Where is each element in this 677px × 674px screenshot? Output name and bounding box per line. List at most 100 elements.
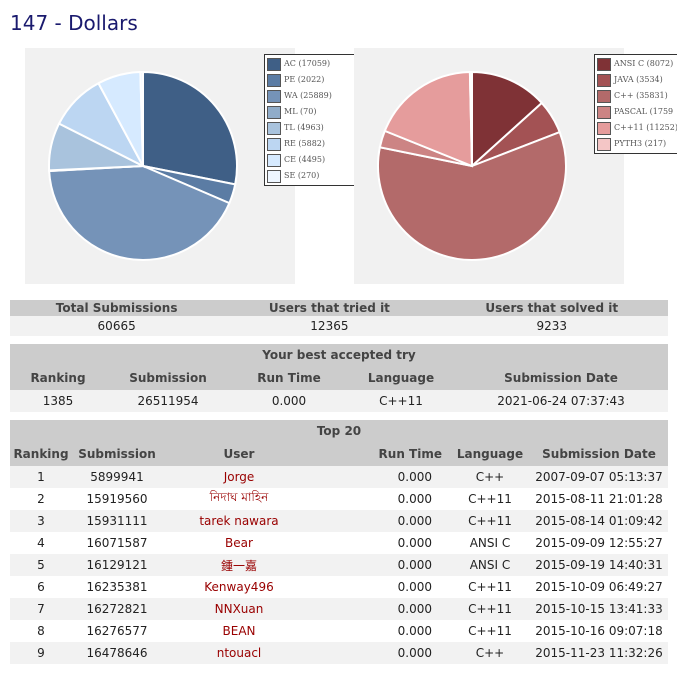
top20-row: 9 16478646 ntouacl 0.000 C++ 2015-11-23 11:32… [10, 642, 668, 664]
page-title: 147 - Dollars [10, 11, 138, 35]
best-language: C++11 [348, 390, 454, 412]
language-legend-item: ANSI C (8072) [597, 57, 677, 71]
users-solved-header: Users that solved it [435, 300, 668, 316]
best-col-language: Language [348, 366, 454, 390]
top20-row: 2 15919560 নিদাঘ মাহিন 0.000 C++11 2015-08-11… [10, 488, 668, 510]
language-legend-swatch [597, 106, 611, 119]
verdict-legend-label: RE (5882) [284, 139, 326, 148]
top20-user[interactable]: NNXuan [162, 598, 316, 620]
best-try-row: 1385 26511954 0.000 C++11 2021-06-24 07:… [10, 390, 668, 412]
top20-submission[interactable]: 16129121 [72, 554, 162, 576]
verdict-legend-label: PE (2022) [284, 75, 325, 84]
verdict-legend-label: TL (4963) [284, 123, 324, 132]
top20-col-language: Language [450, 442, 530, 466]
top20-date: 2015-09-09 12:55:27 [530, 532, 668, 554]
top20-language: ANSI C [450, 532, 530, 554]
top20-runtime: 0.000 [316, 466, 450, 488]
top20-date: 2015-10-09 06:49:27 [530, 576, 668, 598]
top20-user[interactable]: Kenway496 [162, 576, 316, 598]
top20-language: C++11 [450, 488, 530, 510]
top20-col-user: User [162, 442, 316, 466]
language-legend: ANSI C (8072) JAVA (3534) C++ (35831) PASCA… [594, 54, 677, 154]
top20-row: 7 16272821 NNXuan 0.000 C++11 2015-10-15 13:4… [10, 598, 668, 620]
top20-ranking: 5 [10, 554, 72, 576]
top20-panel: Top 20 Ranking Submission User Run Time … [10, 420, 668, 664]
best-try-title: Your best accepted try [10, 344, 668, 366]
top20-date: 2015-10-16 09:07:18 [530, 620, 668, 642]
top20-ranking: 3 [10, 510, 72, 532]
language-legend-label: C++ (35831) [614, 91, 668, 100]
verdict-legend-label: CE (4495) [284, 155, 326, 164]
verdict-legend-label: WA (25889) [284, 91, 332, 100]
best-col-ranking: Ranking [10, 366, 106, 390]
total-submissions-value: 60665 [10, 316, 224, 336]
top20-user[interactable]: ntouacl [162, 642, 316, 664]
top20-language: ANSI C [450, 554, 530, 576]
top20-submission[interactable]: 15919560 [72, 488, 162, 510]
statistics-table: Total Submissions Users that tried it Us… [10, 300, 668, 336]
top20-ranking: 1 [10, 466, 72, 488]
top20-submission[interactable]: 5899941 [72, 466, 162, 488]
top20-row: 4 16071587 Bear 0.000 ANSI C 2015-09-09 12:55… [10, 532, 668, 554]
top20-date: 2015-11-23 11:32:26 [530, 642, 668, 664]
verdict-legend: AC (17059) PE (2022) WA (25889) ML (70) TL (… [264, 54, 360, 186]
users-tried-header: Users that tried it [223, 300, 436, 316]
language-legend-swatch [597, 90, 611, 103]
top20-date: 2015-10-15 13:41:33 [530, 598, 668, 620]
top20-ranking: 4 [10, 532, 72, 554]
top20-runtime: 0.000 [316, 620, 450, 642]
top20-user[interactable]: tarek nawara [162, 510, 316, 532]
language-pie-chart [377, 70, 567, 262]
verdict-legend-swatch [267, 58, 281, 71]
language-legend-swatch [597, 122, 611, 135]
top20-language: C++11 [450, 598, 530, 620]
total-submissions-header: Total Submissions [10, 300, 224, 316]
language-legend-label: ANSI C (8072) [614, 59, 674, 68]
top20-ranking: 8 [10, 620, 72, 642]
top20-col-runtime: Run Time [316, 442, 450, 466]
verdict-legend-label: AC (17059) [284, 59, 331, 68]
top20-language: C++11 [450, 620, 530, 642]
top20-submission[interactable]: 16235381 [72, 576, 162, 598]
top20-submission[interactable]: 16071587 [72, 532, 162, 554]
top20-col-submission: Submission [72, 442, 162, 466]
best-col-submission: Submission [106, 366, 230, 390]
top20-language: C++ [450, 642, 530, 664]
top20-row: 1 5899941 Jorge 0.000 C++ 2007-09-07 05:13:37 [10, 466, 668, 488]
language-legend-item: C++11 (11252) [597, 121, 677, 135]
top20-title: Top 20 [10, 420, 668, 442]
top20-language: C++ [450, 466, 530, 488]
top20-submission[interactable]: 16478646 [72, 642, 162, 664]
top20-date: 2015-09-19 14:40:31 [530, 554, 668, 576]
verdict-legend-swatch [267, 138, 281, 151]
best-submission[interactable]: 26511954 [106, 390, 230, 412]
top20-user[interactable]: Bear [162, 532, 316, 554]
users-solved-value: 9233 [435, 316, 668, 336]
top20-runtime: 0.000 [316, 510, 450, 532]
best-date: 2021-06-24 07:37:43 [454, 390, 668, 412]
language-legend-swatch [597, 74, 611, 87]
top20-runtime: 0.000 [316, 642, 450, 664]
top20-col-date: Submission Date [530, 442, 668, 466]
top20-language: C++11 [450, 510, 530, 532]
verdict-slice [142, 70, 238, 186]
top20-user[interactable]: BEAN [162, 620, 316, 642]
language-legend-swatch [597, 138, 611, 151]
verdict-legend-swatch [267, 154, 281, 167]
top20-user[interactable]: Jorge [162, 466, 316, 488]
top20-submission[interactable]: 16276577 [72, 620, 162, 642]
best-col-runtime: Run Time [230, 366, 348, 390]
best-try-panel: Your best accepted try Ranking Submissio… [10, 344, 668, 412]
top20-col-ranking: Ranking [10, 442, 72, 466]
top20-date: 2015-08-14 01:09:42 [530, 510, 668, 532]
top20-user[interactable]: নিদাঘ মাহিন [162, 488, 316, 510]
verdict-legend-swatch [267, 90, 281, 103]
top20-submission[interactable]: 16272821 [72, 598, 162, 620]
verdict-legend-swatch [267, 106, 281, 119]
top20-submission[interactable]: 15931111 [72, 510, 162, 532]
top20-user[interactable]: 鍾一嘉 [162, 554, 316, 576]
language-legend-item: C++ (35831) [597, 89, 677, 103]
users-tried-value: 12365 [223, 316, 436, 336]
top20-runtime: 0.000 [316, 576, 450, 598]
best-col-date: Submission Date [454, 366, 668, 390]
